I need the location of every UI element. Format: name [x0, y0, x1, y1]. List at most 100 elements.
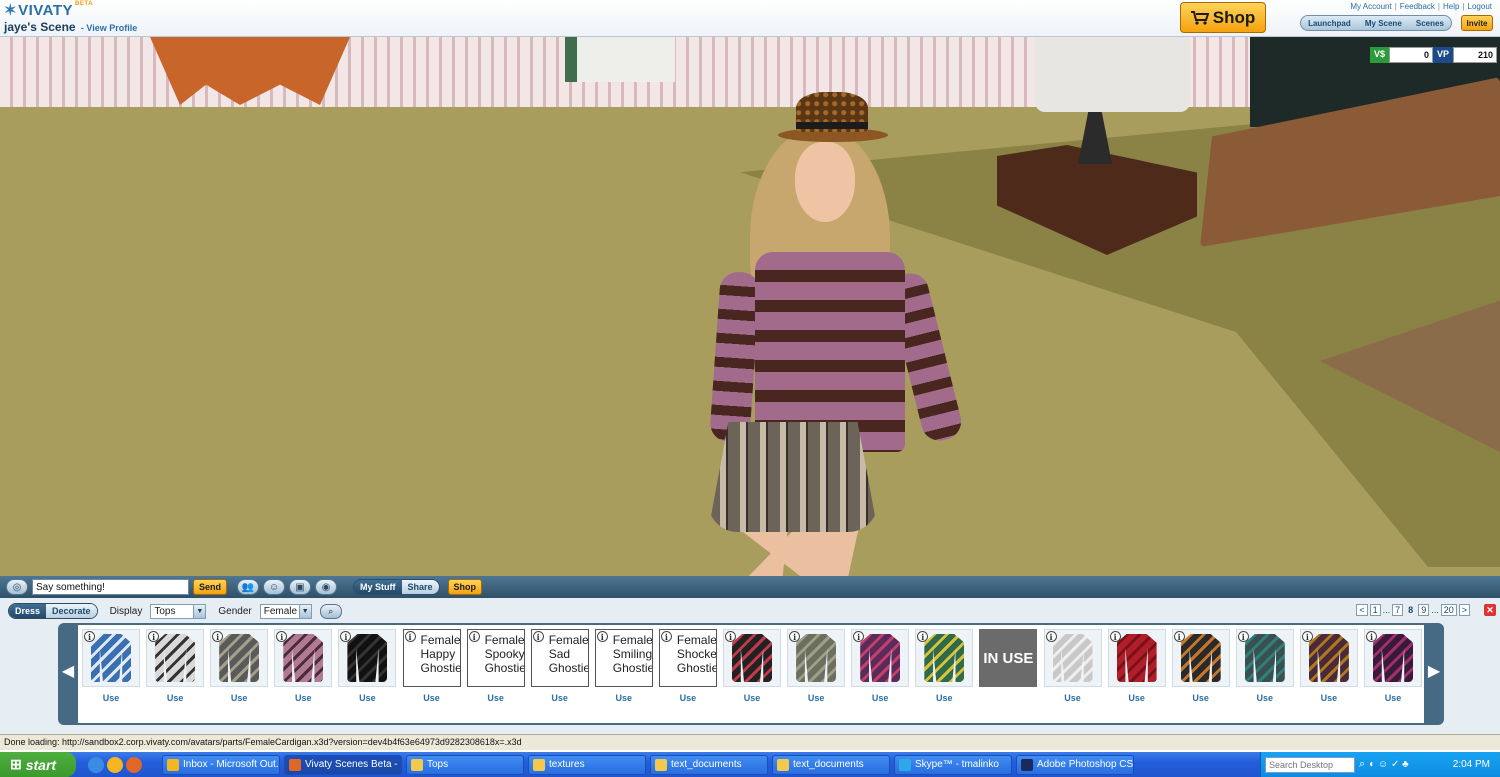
nav-my-scene[interactable]: My Scene [1365, 19, 1402, 28]
search-button[interactable]: ⌕ [319, 603, 342, 619]
use-link[interactable]: Use [723, 693, 781, 703]
use-link[interactable]: Use [1172, 693, 1230, 703]
3d-scene-viewport[interactable]: V$ 0 VP 210 [0, 37, 1500, 576]
nav-scenes[interactable]: Scenes [1416, 19, 1444, 28]
info-icon[interactable]: i [1173, 631, 1185, 642]
inventory-item[interactable]: i Use [1171, 629, 1230, 709]
use-link[interactable]: Use [1300, 693, 1358, 703]
outlook-icon[interactable] [107, 756, 123, 773]
page-20-link[interactable]: 20 [1440, 604, 1457, 616]
carousel-next-icon[interactable]: ▶ [1427, 658, 1441, 682]
carousel-prev-icon[interactable]: ◀ [61, 658, 75, 682]
info-icon[interactable]: i [84, 631, 95, 642]
inventory-item[interactable]: i Use [1235, 629, 1294, 709]
display-select[interactable]: Tops ▼ [150, 603, 207, 619]
info-icon[interactable]: i [1237, 631, 1249, 642]
use-link[interactable]: Use [403, 693, 461, 703]
dress-tab[interactable]: Dress [9, 604, 47, 618]
page-1-link[interactable]: 1 [1369, 604, 1381, 616]
chat-input[interactable] [32, 579, 189, 595]
use-link[interactable]: Use [146, 693, 204, 703]
inventory-item[interactable]: FemaleShockedGhostie i Use [658, 629, 717, 709]
decorate-tab[interactable]: Decorate [46, 604, 97, 618]
taskbar-button[interactable]: textures [528, 754, 646, 775]
info-icon[interactable]: i [1045, 631, 1057, 642]
taskbar-button[interactable]: Skype™ - tmalinko [894, 754, 1012, 775]
use-link[interactable]: Use [1108, 693, 1166, 703]
inventory-item[interactable]: i Use [1043, 629, 1102, 709]
info-icon[interactable]: i [660, 631, 672, 642]
taskbar-button[interactable]: text_documents [772, 754, 890, 775]
inventory-item[interactable]: i Use [338, 629, 397, 709]
use-link[interactable]: Use [1236, 693, 1294, 703]
use-link[interactable]: Use [1364, 693, 1422, 703]
inventory-item[interactable]: Female Smiling Ghostie i Use [594, 629, 653, 709]
use-link[interactable]: Use [1044, 693, 1102, 703]
start-button[interactable]: ⊞ start [0, 752, 76, 777]
inventory-item[interactable]: i Use [915, 629, 974, 709]
emote-button[interactable]: ☺ [263, 579, 286, 595]
page-prev-button[interactable]: < [1356, 604, 1368, 616]
use-link[interactable]: Use [595, 693, 653, 703]
vivaty-logo[interactable]: ✶VIVATY BETA [4, 1, 93, 19]
info-icon[interactable]: i [532, 631, 544, 642]
friends-button[interactable]: 👥 [237, 579, 260, 595]
use-link[interactable]: Use [82, 693, 140, 703]
feedback-link[interactable]: Feedback [1400, 2, 1435, 11]
share-tab[interactable]: Share [401, 580, 439, 594]
taskbar-button[interactable]: text_documents [650, 754, 768, 775]
camera-button[interactable]: ▣ [289, 579, 312, 595]
inventory-item[interactable]: i Use [1364, 629, 1422, 709]
close-icon[interactable]: ✕ [1484, 604, 1496, 616]
inventory-item[interactable]: i Use [1107, 629, 1166, 709]
inventory-item[interactable]: Female Spooky Ghostie i Use [466, 629, 525, 709]
my-account-link[interactable]: My Account [1350, 2, 1391, 11]
avatar[interactable] [700, 92, 965, 576]
page-9-link[interactable]: 9 [1418, 604, 1430, 616]
chat-shop-button[interactable]: Shop [447, 579, 483, 595]
taskbar-button[interactable]: Vivaty Scenes Beta - ... [284, 754, 402, 775]
ie-icon[interactable] [88, 756, 104, 773]
inventory-item[interactable]: i Use [210, 629, 269, 709]
search-icon[interactable]: ⌕ [1359, 758, 1365, 771]
desktop-search-input[interactable] [1265, 756, 1355, 773]
use-link[interactable]: Use [531, 693, 589, 703]
chat-toggle-button[interactable]: ◎ [6, 579, 28, 595]
use-link[interactable]: Use [851, 693, 909, 703]
use-link[interactable]: Use [659, 693, 717, 703]
inventory-item[interactable]: Female Sad Ghostie i Use [530, 629, 589, 709]
use-link[interactable]: Use [467, 693, 525, 703]
info-icon[interactable]: i [596, 631, 608, 642]
use-link[interactable]: Use [787, 693, 845, 703]
inventory-item[interactable]: Female Happy Ghostie i Use [402, 629, 461, 709]
firefox-icon[interactable] [126, 756, 142, 773]
info-icon[interactable]: i [1301, 631, 1313, 642]
taskbar-button[interactable]: Inbox - Microsoft Out... [162, 754, 280, 775]
inventory-item[interactable]: i Use [274, 629, 333, 709]
taskbar-button[interactable]: Adobe Photoshop CS... [1016, 754, 1134, 775]
logout-link[interactable]: Logout [1468, 2, 1492, 11]
help-link[interactable]: Help [1443, 2, 1459, 11]
inventory-item[interactable]: i Use [851, 629, 910, 709]
taskbar-button[interactable]: Tops [406, 754, 524, 775]
info-icon[interactable]: i [1366, 631, 1377, 642]
use-link[interactable]: Use [210, 693, 268, 703]
view-profile-link[interactable]: - View Profile [81, 23, 137, 33]
use-link[interactable]: Use [915, 693, 973, 703]
gender-select[interactable]: Female ▼ [259, 603, 312, 619]
page-next-button[interactable]: > [1458, 604, 1470, 616]
nav-launchpad[interactable]: Launchpad [1308, 19, 1351, 28]
info-icon[interactable]: i [725, 631, 736, 642]
view-button[interactable]: ◉ [315, 579, 338, 595]
use-link[interactable]: Use [338, 693, 396, 703]
shop-button[interactable]: Shop [1180, 2, 1266, 33]
info-icon[interactable]: i [1109, 631, 1121, 642]
inventory-item[interactable]: i Use [146, 629, 205, 709]
invite-button[interactable]: Invite [1461, 15, 1493, 31]
info-icon[interactable]: i [468, 631, 480, 642]
use-link[interactable]: Use [274, 693, 332, 703]
inventory-item[interactable]: i Use [723, 629, 781, 709]
inventory-item[interactable]: i Use [1299, 629, 1358, 709]
my-stuff-tab[interactable]: My Stuff [354, 580, 402, 594]
page-7-link[interactable]: 7 [1392, 604, 1404, 616]
